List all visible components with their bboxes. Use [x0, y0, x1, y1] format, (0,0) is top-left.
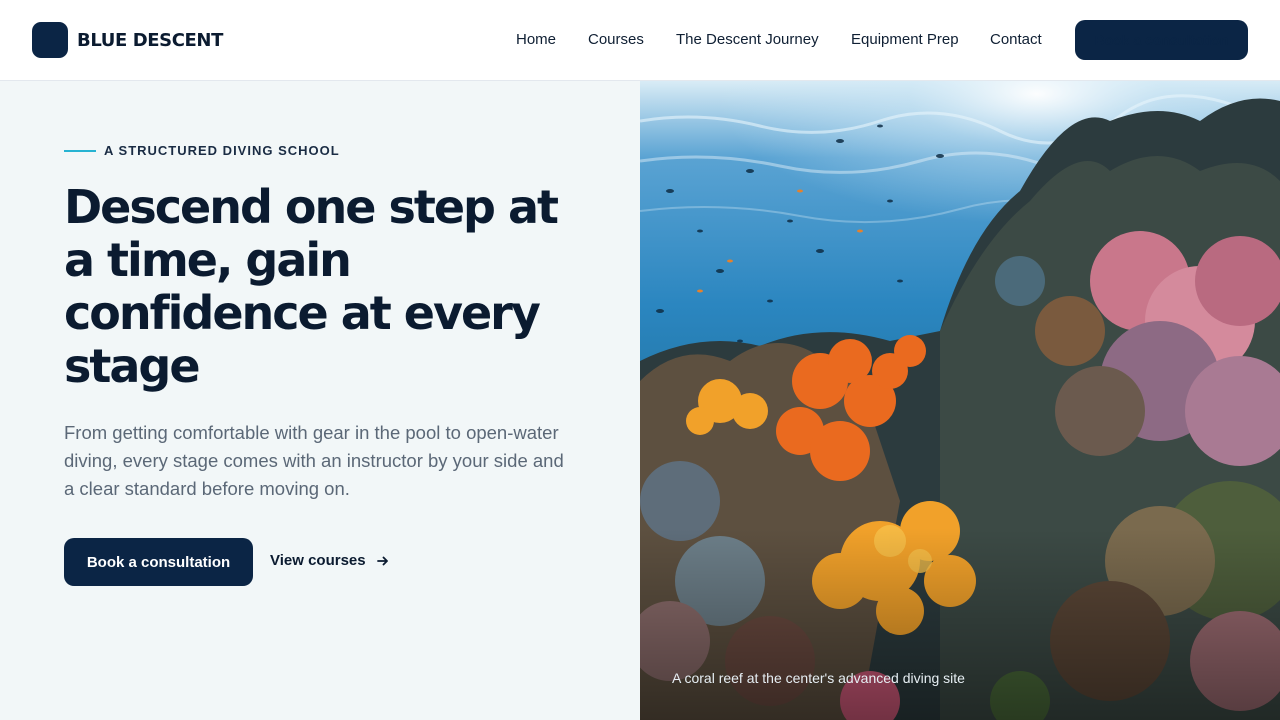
brand-logo-icon — [32, 22, 68, 58]
nav-item-home[interactable]: Home — [516, 31, 556, 48]
nav-item-equipment-prep[interactable]: Equipment Prep — [851, 31, 959, 48]
brand-name: BLUE DESCENT — [77, 29, 223, 51]
hero-lead-text: From getting comfortable with gear in th… — [64, 422, 564, 499]
view-courses-link[interactable]: View courses — [270, 552, 390, 569]
site-header: BLUE DESCENT Home Courses The Descent Jo… — [0, 0, 1280, 81]
hero-eyebrow: A STRUCTURED DIVING SCHOOL — [104, 143, 340, 158]
nav-item-descent-journey[interactable]: The Descent Journey — [676, 31, 819, 48]
image-caption: A coral reef at the center's advanced di… — [672, 670, 965, 686]
hero-content: A STRUCTURED DIVING SCHOOL Descend one s… — [0, 81, 640, 720]
arrow-right-icon — [376, 554, 390, 568]
nav-item-courses[interactable]: Courses — [588, 31, 644, 48]
eyebrow-divider — [64, 150, 96, 152]
header-book-consultation-button[interactable]: Book a consultation — [1075, 20, 1248, 60]
hero-image: A coral reef at the center's advanced di… — [640, 81, 1280, 720]
brand-logo-link[interactable]: BLUE DESCENT — [32, 22, 223, 58]
book-consultation-button[interactable]: Book a consultation — [64, 538, 253, 586]
nav-item-contact[interactable]: Contact — [990, 31, 1042, 48]
hero-headline: Descend one step at a time, gain confide… — [64, 180, 559, 393]
view-courses-label: View courses — [270, 552, 366, 569]
coral-reef-image — [640, 81, 1280, 720]
